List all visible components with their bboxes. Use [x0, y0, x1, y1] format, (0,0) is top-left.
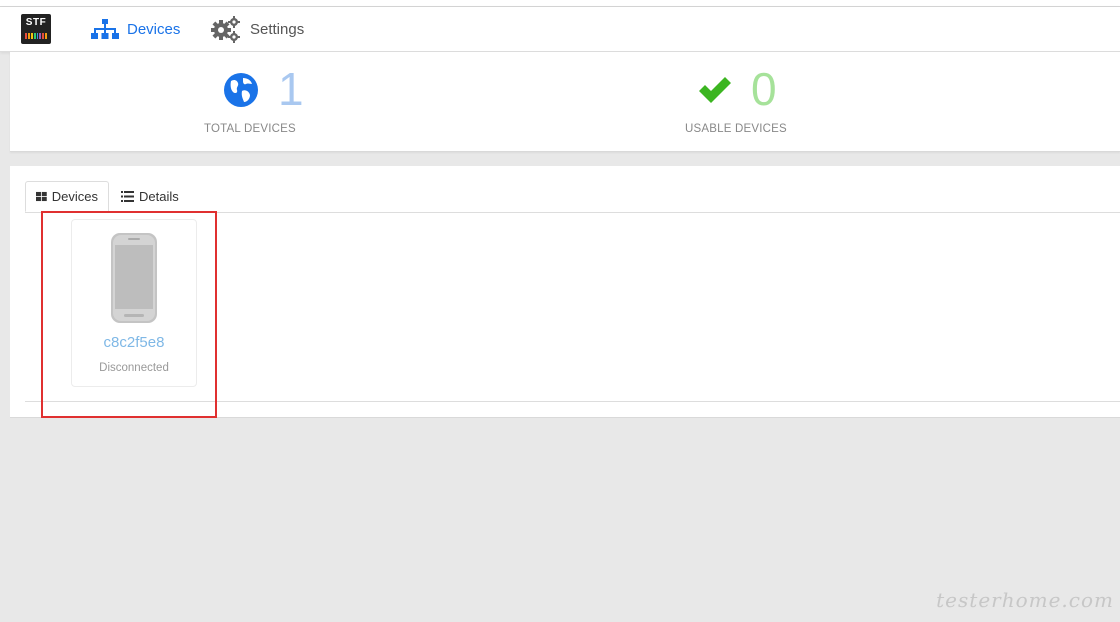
- tab-details[interactable]: Details: [111, 181, 191, 212]
- grid-icon: [36, 191, 47, 202]
- usable-devices-count: 0: [751, 63, 777, 115]
- device-status: Disconnected: [99, 362, 169, 374]
- panel-bottom-divider: [25, 401, 1120, 402]
- globe-icon: [224, 73, 258, 107]
- tab-devices-label: Devices: [51, 189, 98, 204]
- logo-text: STF: [25, 17, 47, 28]
- total-devices-label: TOTAL DEVICES: [204, 123, 296, 135]
- tab-details-label: Details: [139, 189, 179, 204]
- tab-devices[interactable]: Devices: [25, 181, 109, 212]
- total-devices-count: 1: [278, 63, 304, 115]
- nav-devices-label: Devices: [127, 20, 181, 38]
- nav-settings[interactable]: Settings: [210, 7, 304, 51]
- nav-settings-label: Settings: [250, 20, 305, 38]
- tab-divider: [25, 212, 1120, 213]
- list-icon: [121, 191, 134, 202]
- device-card[interactable]: c8c2f5e8 Disconnected: [71, 219, 197, 387]
- stat-total-devices: 1 TOTAL DEVICES: [200, 52, 310, 151]
- stf-logo[interactable]: STF: [21, 14, 51, 44]
- sitemap-icon: [91, 19, 119, 39]
- devices-panel: Devices Details c8c2f5e8 Disconnected: [10, 166, 1120, 418]
- watermark: testerhome.com: [936, 588, 1114, 612]
- usable-devices-label: USABLE DEVICES: [685, 123, 787, 135]
- gears-icon: [211, 16, 240, 43]
- top-navbar: STF Devices Settings: [0, 7, 1120, 52]
- top-edge: [0, 0, 1120, 7]
- nav-devices[interactable]: Devices: [91, 7, 180, 51]
- device-serial[interactable]: c8c2f5e8: [72, 334, 196, 351]
- phone-icon: [111, 233, 157, 323]
- stat-usable-devices: 0 USABLE DEVICES: [670, 52, 800, 151]
- logo-bars: [25, 33, 47, 39]
- stats-panel: 1 TOTAL DEVICES 0 USABLE DEVICES: [10, 52, 1120, 152]
- checkmark-icon: [699, 77, 731, 103]
